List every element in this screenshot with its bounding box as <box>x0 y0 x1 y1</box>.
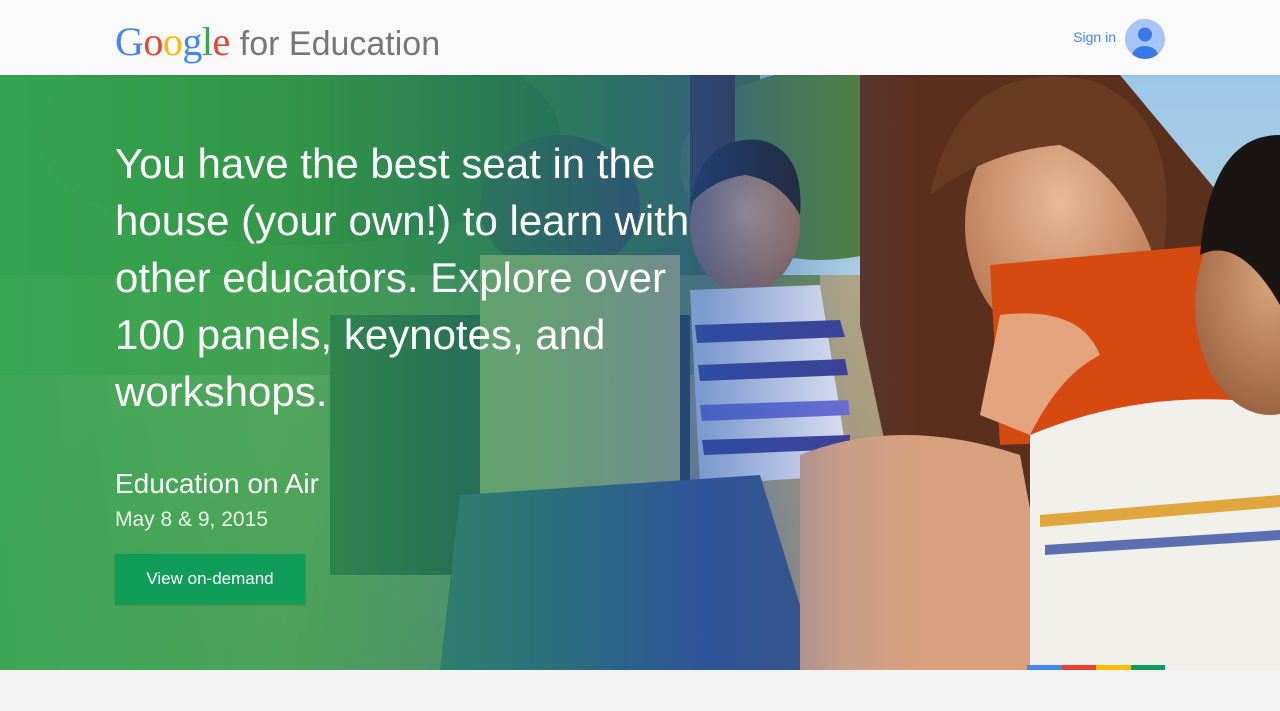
event-date: May 8 & 9, 2015 <box>115 508 268 531</box>
logo-letter: e <box>212 19 231 64</box>
hero-headline: You have the best seat in the house (you… <box>115 140 690 415</box>
color-strip-segment <box>1027 665 1062 670</box>
person-icon <box>1125 19 1165 59</box>
google-wordmark: Google <box>115 20 230 64</box>
hero-banner: You have the best seat in the house (you… <box>0 75 1280 670</box>
logo-letter: o <box>162 19 183 64</box>
logo-letter: l <box>201 19 213 64</box>
logo-letter: o <box>143 19 163 64</box>
event-title: Education on Air <box>115 468 319 499</box>
logo-letter: g <box>182 19 202 64</box>
view-on-demand-button[interactable]: View on-demand <box>115 554 305 604</box>
brand-color-strip <box>1027 665 1165 670</box>
logo-product-name: for Education <box>239 25 441 63</box>
logo-letter: G <box>115 19 144 64</box>
sign-in-link[interactable]: Sign in <box>1073 29 1116 45</box>
top-navigation-bar: Google for Education Sign in <box>0 0 1280 75</box>
color-strip-segment <box>1130 665 1165 670</box>
google-for-education-logo[interactable]: Google for Education <box>115 20 440 64</box>
account-avatar-button[interactable] <box>1125 19 1165 59</box>
color-strip-segment <box>1061 665 1096 670</box>
color-strip-segment <box>1096 665 1131 670</box>
